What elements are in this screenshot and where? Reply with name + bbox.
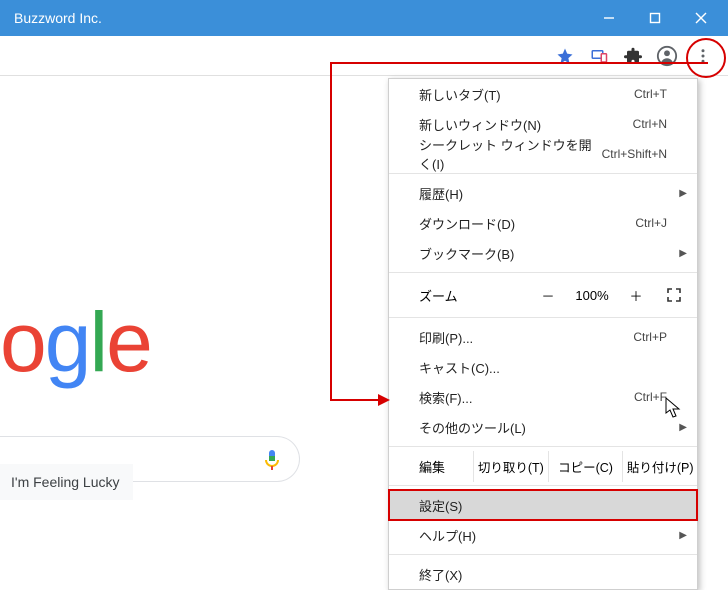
send-to-devices-icon[interactable] — [588, 45, 610, 67]
menu-new-tab[interactable]: 新しいタブ(T)Ctrl+T — [389, 79, 697, 109]
menu-history[interactable]: 履歴(H)▶ — [389, 178, 697, 208]
logo-letter: g — [45, 295, 90, 389]
menu-zoom-row: ズーム － 100% ＋ — [389, 277, 697, 313]
logo-letter: o — [0, 295, 45, 389]
zoom-value: 100% — [567, 288, 617, 303]
extensions-icon[interactable] — [622, 45, 644, 67]
menu-help[interactable]: ヘルプ(H)▶ — [389, 520, 697, 550]
zoom-label: ズーム — [419, 286, 529, 305]
browser-toolbar — [0, 36, 728, 76]
chrome-main-menu: 新しいタブ(T)Ctrl+T 新しいウィンドウ(N)Ctrl+N シークレット … — [388, 78, 698, 590]
voice-search-icon[interactable] — [263, 449, 283, 469]
bookmark-star-icon[interactable] — [554, 45, 576, 67]
zoom-out-button[interactable]: － — [529, 281, 567, 309]
menu-find[interactable]: 検索(F)...Ctrl+F — [389, 382, 697, 412]
menu-separator — [389, 173, 697, 174]
minimize-button[interactable] — [586, 0, 632, 36]
chevron-right-icon: ▶ — [679, 422, 687, 433]
menu-downloads[interactable]: ダウンロード(D)Ctrl+J — [389, 208, 697, 238]
menu-bookmarks[interactable]: ブックマーク(B)▶ — [389, 238, 697, 268]
menu-exit[interactable]: 終了(X) — [389, 559, 697, 589]
menu-separator — [389, 317, 697, 318]
menu-cast[interactable]: キャスト(C)... — [389, 352, 697, 382]
menu-separator — [389, 554, 697, 555]
edit-label: 編集 — [419, 457, 473, 476]
zoom-in-button[interactable]: ＋ — [617, 281, 655, 309]
menu-cut[interactable]: 切り取り(T) — [473, 451, 548, 482]
menu-incognito[interactable]: シークレット ウィンドウを開く(I)Ctrl+Shift+N — [389, 139, 697, 169]
more-menu-button[interactable] — [690, 43, 716, 69]
chevron-right-icon: ▶ — [679, 530, 687, 541]
chevron-right-icon: ▶ — [679, 188, 687, 199]
menu-separator — [389, 272, 697, 273]
feeling-lucky-button[interactable]: I'm Feeling Lucky — [0, 464, 133, 500]
menu-separator — [389, 485, 697, 486]
window-title: Buzzword Inc. — [14, 10, 586, 26]
google-logo: ogle — [0, 294, 151, 391]
profile-icon[interactable] — [656, 45, 678, 67]
menu-edit-row: 編集 切り取り(T) コピー(C) 貼り付け(P) — [389, 451, 697, 481]
fullscreen-button[interactable] — [655, 281, 693, 309]
menu-copy[interactable]: コピー(C) — [548, 451, 623, 482]
window-titlebar: Buzzword Inc. — [0, 0, 728, 36]
menu-print[interactable]: 印刷(P)...Ctrl+P — [389, 322, 697, 352]
menu-more-tools[interactable]: その他のツール(L)▶ — [389, 412, 697, 442]
menu-settings[interactable]: 設定(S) — [389, 490, 697, 520]
logo-letter: e — [106, 295, 151, 389]
maximize-button[interactable] — [632, 0, 678, 36]
chevron-right-icon: ▶ — [679, 248, 687, 259]
menu-separator — [389, 446, 697, 447]
logo-letter: l — [89, 295, 106, 389]
window-controls — [586, 0, 724, 36]
close-button[interactable] — [678, 0, 724, 36]
menu-paste[interactable]: 貼り付け(P) — [622, 451, 697, 482]
